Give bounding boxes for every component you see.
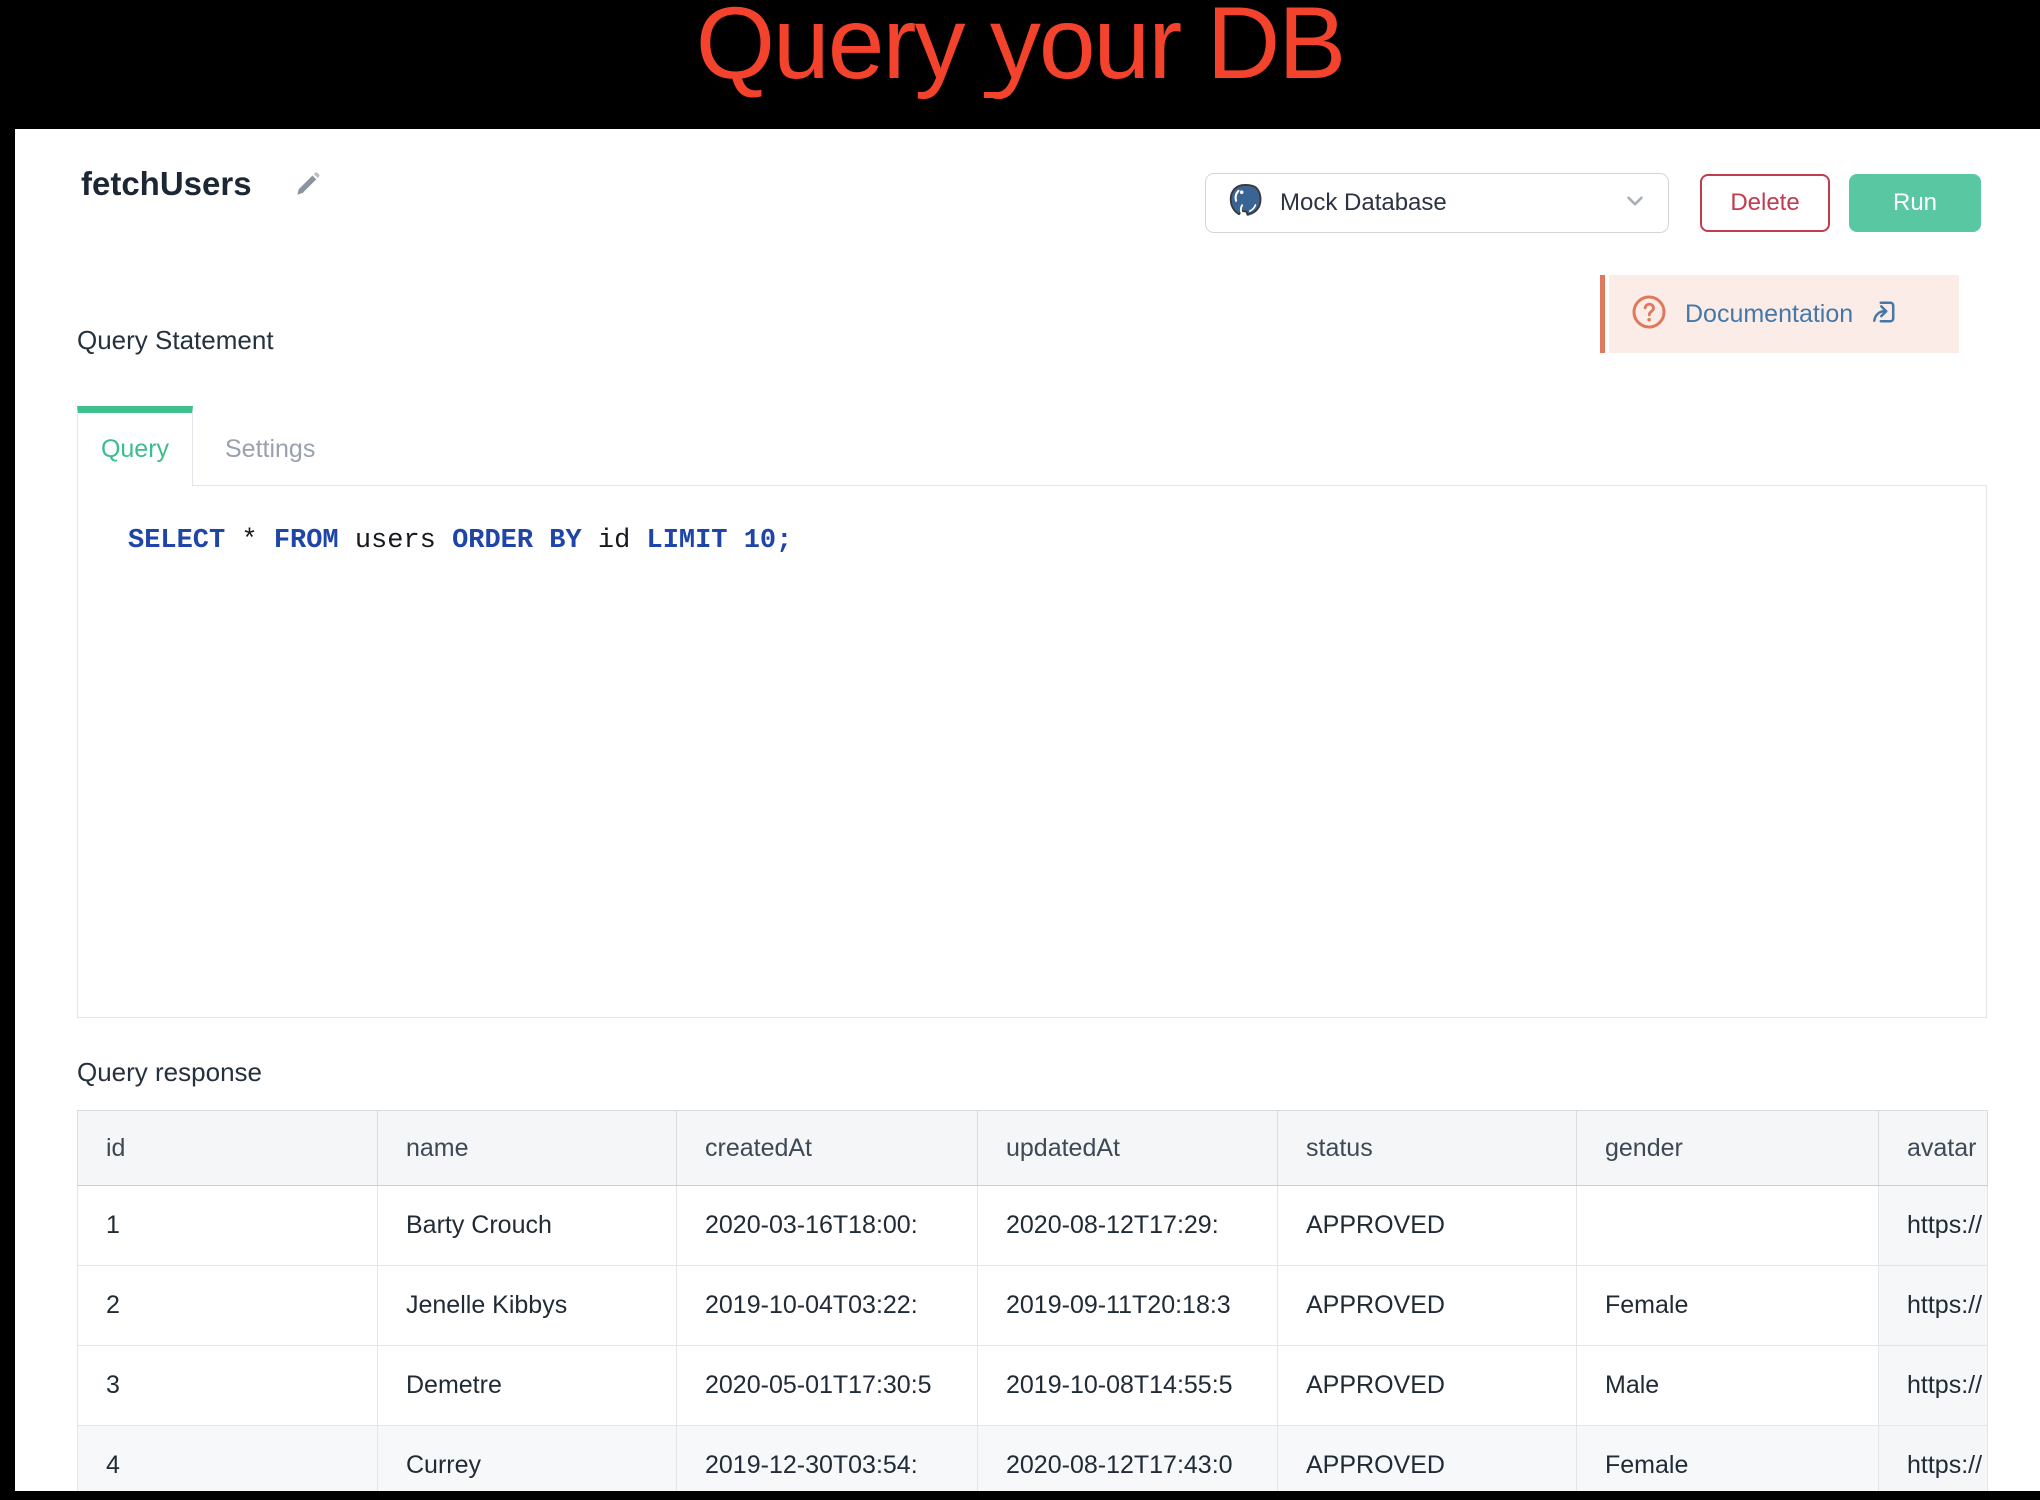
table-cell-status: APPROVED	[1278, 1266, 1577, 1346]
question-circle-icon	[1631, 294, 1667, 335]
table-cell-status: APPROVED	[1278, 1346, 1577, 1426]
page-banner: Query your DB	[0, 0, 2040, 97]
table-cell-id: 1	[78, 1186, 378, 1266]
table-cell-name: Currey	[378, 1426, 677, 1492]
table-row: 2Jenelle Kibbys2019-10-04T03:22:2019-09-…	[78, 1266, 1988, 1346]
table-cell-avatar: https://	[1879, 1266, 1988, 1346]
table-cell-name: Barty Crouch	[378, 1186, 677, 1266]
resource-selector-value: Mock Database	[1280, 189, 1447, 217]
resource-selector[interactable]: Mock Database	[1205, 173, 1669, 233]
banner-title: Query your DB	[0, 0, 2040, 97]
sql-token: FROM	[274, 526, 339, 556]
edit-pencil-icon[interactable]	[294, 171, 321, 198]
query-name-title: fetchUsers	[81, 165, 252, 203]
query-response-label: Query response	[77, 1057, 262, 1088]
sql-token: ORDER BY	[452, 526, 582, 556]
response-table-body: 1Barty Crouch2020-03-16T18:00:2020-08-12…	[78, 1186, 1988, 1492]
table-cell-status: APPROVED	[1278, 1186, 1577, 1266]
table-row: 1Barty Crouch2020-03-16T18:00:2020-08-12…	[78, 1186, 1988, 1266]
table-cell-updatedAt: 2020-08-12T17:29:	[978, 1186, 1278, 1266]
column-header-updatedAt: updatedAt	[978, 1111, 1278, 1186]
documentation-label: Documentation	[1685, 300, 1853, 329]
sql-token: id	[582, 526, 647, 556]
table-cell-gender: Female	[1577, 1266, 1879, 1346]
table-header-row: id name createdAt updatedAt status gende…	[78, 1111, 1988, 1186]
tab-query[interactable]: Query	[77, 406, 193, 486]
sql-token: 10;	[728, 526, 793, 556]
documentation-banner: Documentation	[1600, 275, 1959, 353]
documentation-link[interactable]: Documentation	[1609, 275, 1959, 353]
tab-settings[interactable]: Settings	[193, 406, 347, 486]
table-cell-createdAt: 2019-12-30T03:54:	[677, 1426, 978, 1492]
sql-token: LIMIT	[647, 526, 728, 556]
sql-token: SELECT	[128, 526, 225, 556]
sql-token: users	[339, 526, 452, 556]
run-button[interactable]: Run	[1849, 174, 1981, 232]
column-header-createdAt: createdAt	[677, 1111, 978, 1186]
table-cell-id: 3	[78, 1346, 378, 1426]
table-cell-gender: Male	[1577, 1346, 1879, 1426]
column-header-id: id	[78, 1111, 378, 1186]
documentation-accent-bar	[1600, 275, 1605, 353]
sql-statement: SELECT * FROM users ORDER BY id LIMIT 10…	[78, 486, 1986, 556]
column-header-name: name	[378, 1111, 677, 1186]
table-cell-gender: Female	[1577, 1426, 1879, 1492]
table-cell-gender	[1577, 1186, 1879, 1266]
delete-button[interactable]: Delete	[1700, 174, 1830, 232]
statement-tabs: Query Settings	[77, 406, 347, 486]
banner-underscore-mark	[984, 92, 995, 98]
table-cell-avatar: https://	[1879, 1426, 1988, 1492]
column-header-status: status	[1278, 1111, 1577, 1186]
table-cell-createdAt: 2019-10-04T03:22:	[677, 1266, 978, 1346]
table-cell-avatar: https://	[1879, 1186, 1988, 1266]
query-name-row: fetchUsers	[81, 165, 321, 203]
app-panel: fetchUsers Mock Database Delete Run	[15, 129, 2040, 1491]
table-cell-updatedAt: 2019-10-08T14:55:5	[978, 1346, 1278, 1426]
postgresql-icon	[1226, 182, 1264, 225]
table-cell-updatedAt: 2020-08-12T17:43:0	[978, 1426, 1278, 1492]
column-header-avatar: avatar	[1879, 1111, 1988, 1186]
table-row: 4Currey2019-12-30T03:54:2020-08-12T17:43…	[78, 1426, 1988, 1492]
table-cell-name: Jenelle Kibbys	[378, 1266, 677, 1346]
table-cell-status: APPROVED	[1278, 1426, 1577, 1492]
table-cell-id: 2	[78, 1266, 378, 1346]
table-cell-createdAt: 2020-03-16T18:00:	[677, 1186, 978, 1266]
table-row: 3Demetre2020-05-01T17:30:52019-10-08T14:…	[78, 1346, 1988, 1426]
column-header-gender: gender	[1577, 1111, 1879, 1186]
response-table: id name createdAt updatedAt status gende…	[77, 1110, 1988, 1491]
sql-token: *	[225, 526, 274, 556]
open-documentation-icon	[1871, 299, 1897, 330]
table-cell-avatar: https://	[1879, 1346, 1988, 1426]
table-cell-name: Demetre	[378, 1346, 677, 1426]
table-cell-createdAt: 2020-05-01T17:30:5	[677, 1346, 978, 1426]
query-statement-label: Query Statement	[77, 325, 274, 356]
table-cell-id: 4	[78, 1426, 378, 1492]
table-cell-updatedAt: 2019-09-11T20:18:3	[978, 1266, 1278, 1346]
sql-editor[interactable]: SELECT * FROM users ORDER BY id LIMIT 10…	[77, 485, 1987, 1018]
response-table-container: id name createdAt updatedAt status gende…	[77, 1110, 1989, 1491]
chevron-down-icon	[1622, 188, 1648, 219]
